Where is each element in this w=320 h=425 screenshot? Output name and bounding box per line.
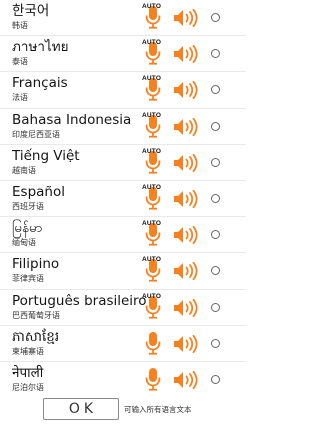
language-text: ภาษาไทย 泰语 xyxy=(12,38,142,67)
auto-badge: AUTO xyxy=(142,75,162,83)
speaker-icon[interactable] xyxy=(173,189,199,209)
speaker-icon[interactable] xyxy=(173,45,199,64)
language-chinese-name: 西班牙语 xyxy=(12,201,44,211)
language-native-name: Español xyxy=(12,183,65,200)
speaker-icon[interactable] xyxy=(173,81,199,100)
language-chinese-name: 越南语 xyxy=(12,165,36,175)
language-chinese-name: 法语 xyxy=(12,93,28,103)
language-chinese-name: 菲律宾语 xyxy=(12,274,44,284)
language-chinese-name: 柬埔寨语 xyxy=(12,346,44,356)
language-text: नेपाली 尼泊尔语 xyxy=(12,364,142,393)
language-native-name: नेपाली xyxy=(12,364,44,381)
language-row[interactable]: नेपाली 尼泊尔语 xyxy=(0,362,246,398)
microphone-icon[interactable] xyxy=(145,331,161,357)
radio-button[interactable] xyxy=(211,85,220,95)
language-text: 한국어 韩语 xyxy=(12,2,142,31)
speaker-icon[interactable] xyxy=(173,226,199,245)
radio-button[interactable] xyxy=(211,338,220,348)
speaker-icon[interactable] xyxy=(173,262,199,281)
auto-badge: AUTO xyxy=(142,220,162,228)
speaker-icon[interactable] xyxy=(173,334,199,353)
radio-button[interactable] xyxy=(211,193,220,203)
speaker-icon[interactable] xyxy=(173,117,199,136)
input-hint: 可输入所有语言文本 xyxy=(124,405,192,414)
microphone-icon[interactable] xyxy=(145,367,161,393)
language-native-name: ភាសាខ្មែរ xyxy=(12,328,60,345)
auto-badge: AUTO xyxy=(142,3,162,10)
language-row[interactable]: Filipino 菲律宾语 AUTO xyxy=(0,253,246,290)
language-text: Português brasileiro 巴西葡萄牙语 xyxy=(12,292,147,321)
language-native-name: မြန်မာ xyxy=(12,220,43,237)
auto-badge: AUTO xyxy=(142,39,162,47)
radio-button[interactable] xyxy=(211,266,220,276)
auto-badge: AUTO xyxy=(142,292,162,300)
radio-button[interactable] xyxy=(211,230,220,240)
language-native-name: Français xyxy=(12,75,68,92)
language-row[interactable]: ភាសាខ្មែរ 柬埔寨语 xyxy=(0,326,246,362)
language-row[interactable]: ภาษาไทย 泰语 AUTO xyxy=(0,36,246,73)
language-row[interactable]: Português brasileiro 巴西葡萄牙语 AUTO xyxy=(0,290,246,326)
language-text: Français 法语 xyxy=(12,74,142,103)
language-text: Tiếng Việt 越南语 xyxy=(12,147,142,176)
radio-button[interactable] xyxy=(211,374,220,384)
language-row[interactable]: Bahasa Indonesia 印度尼西亚语 AUTO xyxy=(0,109,246,145)
language-row[interactable]: Español 西班牙语 AUTO xyxy=(0,181,246,218)
language-native-name: Português brasileiro xyxy=(12,292,147,309)
auto-badge: AUTO xyxy=(142,111,162,119)
auto-badge: AUTO xyxy=(142,256,162,264)
language-chinese-name: 泰语 xyxy=(12,57,28,67)
language-native-name: Tiếng Việt xyxy=(12,147,80,164)
radio-button[interactable] xyxy=(211,121,220,131)
language-text: မြန်မာ 缅甸语 xyxy=(12,219,142,248)
language-chinese-name: 巴西葡萄牙语 xyxy=(12,310,60,320)
footer: OK 可输入所有语言文本 xyxy=(0,396,246,424)
language-row[interactable]: Tiếng Việt 越南语 AUTO xyxy=(0,145,246,181)
language-row[interactable]: Français 法语 AUTO xyxy=(0,72,246,109)
language-list: 한국어 韩语 AUTO ภาษาไทย 泰语 AUTO Français 法语 AUT… xyxy=(0,0,246,398)
language-native-name: 한국어 xyxy=(12,3,50,19)
radio-button[interactable] xyxy=(211,49,220,59)
language-row[interactable]: မြန်မာ 缅甸语 AUTO xyxy=(0,217,246,254)
speaker-icon[interactable] xyxy=(173,8,199,28)
language-text: Bahasa Indonesia 印度尼西亚语 xyxy=(12,111,142,140)
language-native-name: Bahasa Indonesia xyxy=(12,111,132,128)
language-chinese-name: 韩语 xyxy=(12,21,28,30)
language-chinese-name: 尼泊尔语 xyxy=(12,382,44,392)
radio-button[interactable] xyxy=(211,13,220,22)
auto-badge: AUTO xyxy=(142,147,162,155)
language-text: Filipino 菲律宾语 xyxy=(12,255,142,284)
speaker-icon[interactable] xyxy=(173,370,199,389)
language-row[interactable]: 한국어 韩语 AUTO xyxy=(0,0,246,37)
language-native-name: ภาษาไทย xyxy=(12,39,69,56)
language-chinese-name: 缅甸语 xyxy=(12,238,36,248)
language-chinese-name: 印度尼西亚语 xyxy=(12,129,60,139)
speaker-icon[interactable] xyxy=(173,153,199,172)
language-text: ភាសាខ្មែរ 柬埔寨语 xyxy=(12,328,142,357)
radio-button[interactable] xyxy=(211,302,220,312)
auto-badge: AUTO xyxy=(142,183,162,191)
language-native-name: Filipino xyxy=(12,256,60,273)
radio-button[interactable] xyxy=(211,157,220,167)
speaker-icon[interactable] xyxy=(173,298,199,317)
ok-button[interactable]: OK xyxy=(43,398,119,420)
language-text: Español 西班牙语 xyxy=(12,183,142,212)
